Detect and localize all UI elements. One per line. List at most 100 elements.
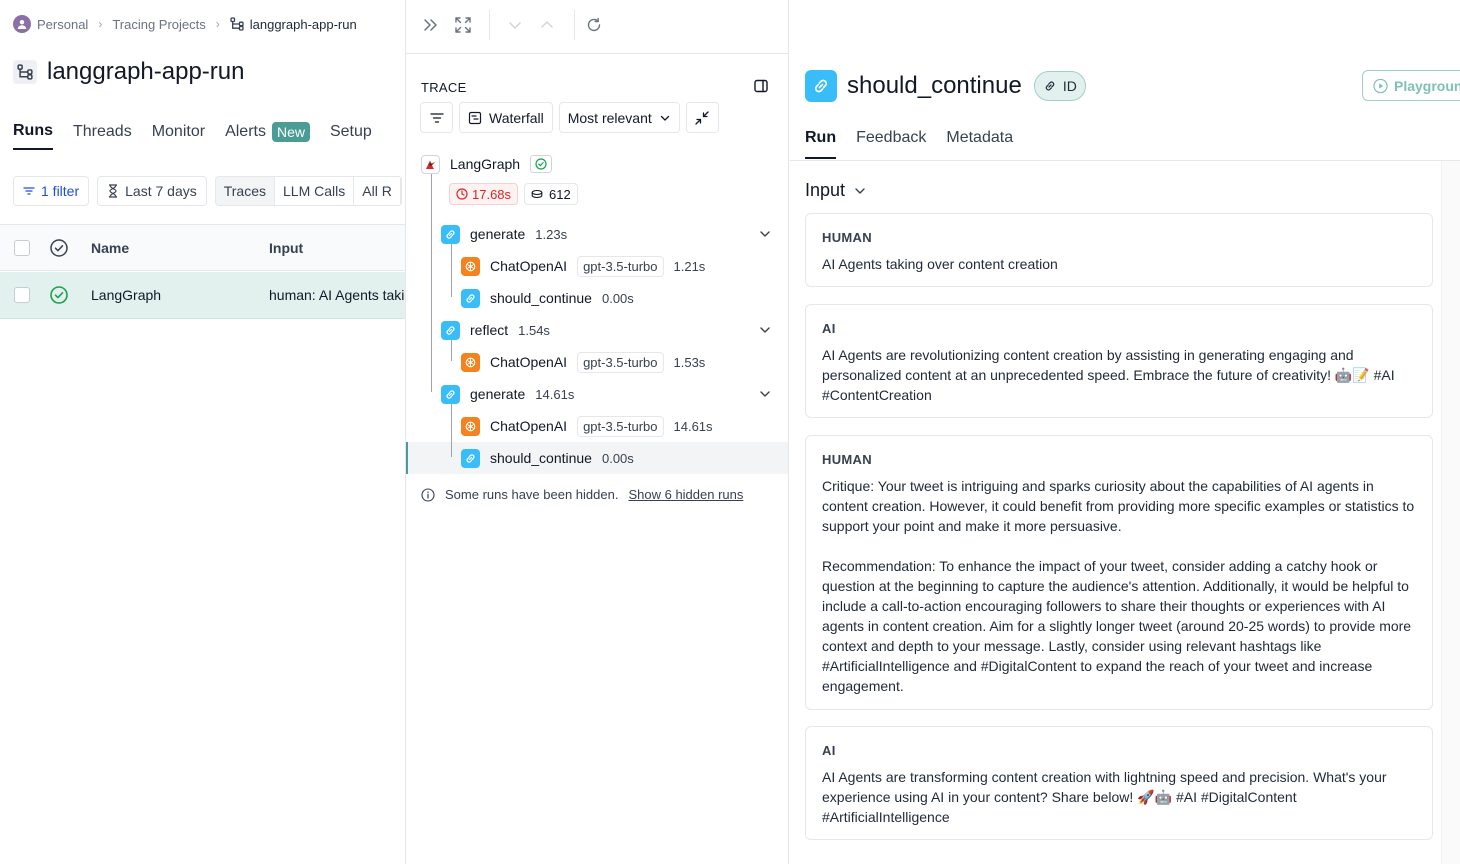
status-header-icon <box>50 239 68 257</box>
openai-icon <box>461 256 480 276</box>
trace-node-should-continue[interactable]: should_continue 0.00s <box>461 282 634 314</box>
message-card: AI AI Agents are revolutionizing content… <box>805 304 1433 418</box>
table-row[interactable]: LangGraph human: AI Agents taking over c… <box>0 272 405 319</box>
sort-dropdown[interactable]: Most relevant <box>558 102 680 133</box>
tab-monitor[interactable]: Monitor <box>152 122 205 150</box>
trace-node-generate[interactable]: generate 14.61s <box>441 378 574 410</box>
tab-feedback[interactable]: Feedback <box>856 129 926 159</box>
message-card: HUMAN Critique: Your tweet is intriguing… <box>805 435 1433 710</box>
trace-node-chatopenai[interactable]: ChatOpenAI gpt-3.5-turbo 14.61s <box>461 410 713 442</box>
node-duration: 1.21s <box>673 258 706 274</box>
trace-filter-button[interactable] <box>420 102 453 133</box>
success-check-icon <box>530 155 553 173</box>
latency-badge: 17.68s <box>449 183 519 205</box>
toggle-traces[interactable]: Traces <box>215 177 276 205</box>
chevron-down-icon[interactable] <box>758 227 772 241</box>
trace-node-generate[interactable]: generate 1.23s <box>441 218 567 250</box>
node-duration: 14.61s <box>535 386 575 402</box>
trace-root-node[interactable]: LangGraph <box>421 148 553 180</box>
chevron-right-icon: › <box>215 17 220 31</box>
play-icon <box>1373 78 1388 93</box>
show-hidden-runs-link[interactable]: Show 6 hidden runs <box>628 487 743 502</box>
node-name: reflect <box>470 322 509 338</box>
collapse-panel-icon[interactable] <box>422 16 440 34</box>
user-avatar-icon <box>13 15 31 33</box>
trace-panel: TRACE Waterfall Most relevant LangGraph <box>405 0 789 864</box>
side-panel-icon[interactable] <box>753 78 769 94</box>
clock-icon <box>456 188 468 200</box>
node-name: should_continue <box>490 290 592 306</box>
filter-bar: 1 filter Last 7 days Traces LLM Calls Al… <box>13 176 402 206</box>
trace-node-chatopenai[interactable]: ChatOpenAI gpt-3.5-turbo 1.53s <box>461 346 705 378</box>
trace-node-reflect[interactable]: reflect 1.54s <box>441 314 550 346</box>
tab-run[interactable]: Run <box>805 129 837 159</box>
tab-setup[interactable]: Setup <box>330 122 372 150</box>
trace-stats: 17.68s 612 <box>449 183 578 205</box>
openai-icon <box>461 416 480 436</box>
select-all-checkbox[interactable] <box>14 240 30 256</box>
toggle-all-runs[interactable]: All R <box>354 177 401 205</box>
tab-metadata[interactable]: Metadata <box>946 129 1013 159</box>
breadcrumb-workspace[interactable]: Personal <box>37 17 88 32</box>
toggle-llm-calls[interactable]: LLM Calls <box>275 177 355 205</box>
breadcrumb-section[interactable]: Tracing Projects <box>112 17 205 32</box>
hidden-note-text: Some runs have been hidden. <box>445 487 619 502</box>
langgraph-icon <box>421 154 440 174</box>
collapse-all-button[interactable] <box>685 102 719 133</box>
node-name: ChatOpenAI <box>490 354 568 370</box>
divider <box>489 10 490 40</box>
tree-line <box>451 243 452 297</box>
tab-alerts-label: Alerts <box>225 123 266 140</box>
waterfall-button[interactable]: Waterfall <box>459 102 553 133</box>
message-text: AI Agents are revolutionizing content cr… <box>822 347 1395 403</box>
breadcrumb: Personal › Tracing Projects › langgraph-… <box>13 15 357 33</box>
table-header: Name Input <box>0 224 405 271</box>
tab-threads[interactable]: Threads <box>73 122 132 150</box>
project-title: langgraph-app-run <box>47 58 245 85</box>
new-badge: New <box>271 122 310 142</box>
node-name: ChatOpenAI <box>490 418 568 434</box>
run-type-toggle: Traces LLM Calls All R <box>214 176 402 206</box>
input-section-toggle[interactable]: Input <box>805 180 867 201</box>
row-checkbox[interactable] <box>14 287 30 303</box>
trace-node-should-continue-selected[interactable]: should_continue 0.00s <box>461 442 634 474</box>
tree-line <box>431 172 432 392</box>
run-tabs: Run Feedback Metadata <box>805 129 1013 159</box>
project-icon <box>230 17 244 31</box>
node-name: generate <box>470 386 526 402</box>
node-name: ChatOpenAI <box>490 258 568 274</box>
expand-icon[interactable] <box>454 16 472 34</box>
runs-panel: Personal › Tracing Projects › langgraph-… <box>0 0 405 864</box>
refresh-icon[interactable] <box>585 16 603 34</box>
message-role: AI <box>822 321 836 336</box>
time-range-button[interactable]: Last 7 days <box>97 176 207 206</box>
chevron-down-icon[interactable] <box>758 323 772 337</box>
divider <box>790 160 1460 161</box>
column-header-input[interactable]: Input <box>269 240 303 256</box>
info-icon <box>421 487 435 502</box>
chain-link-icon <box>461 448 480 468</box>
chevron-down-icon <box>855 187 865 194</box>
breadcrumb-current: langgraph-app-run <box>230 17 357 32</box>
column-header-name[interactable]: Name <box>91 240 129 256</box>
filter-button[interactable]: 1 filter <box>13 176 90 206</box>
chevron-down-icon[interactable] <box>758 387 772 401</box>
tab-alerts[interactable]: Alerts New <box>225 122 310 150</box>
node-duration: 14.61s <box>673 418 713 434</box>
copy-id-button[interactable]: ID <box>1033 71 1086 101</box>
model-badge: gpt-3.5-turbo <box>577 415 664 437</box>
playground-button[interactable]: Playground <box>1362 70 1460 101</box>
node-duration: 1.53s <box>673 354 706 370</box>
chevron-up-icon[interactable] <box>538 16 556 34</box>
trace-node-chatopenai[interactable]: ChatOpenAI gpt-3.5-turbo 1.21s <box>461 250 705 282</box>
chevron-down-icon[interactable] <box>506 16 524 34</box>
row-name: LangGraph <box>91 287 162 303</box>
playground-label: Playground <box>1393 77 1460 94</box>
hidden-runs-note: Some runs have been hidden. Show 6 hidde… <box>421 487 743 502</box>
model-badge: gpt-3.5-turbo <box>577 255 664 277</box>
chain-link-icon <box>805 70 837 102</box>
scrollbar[interactable] <box>1441 161 1460 864</box>
tab-runs[interactable]: Runs <box>13 122 53 150</box>
hourglass-icon <box>109 184 118 198</box>
chain-link-icon <box>461 288 480 308</box>
